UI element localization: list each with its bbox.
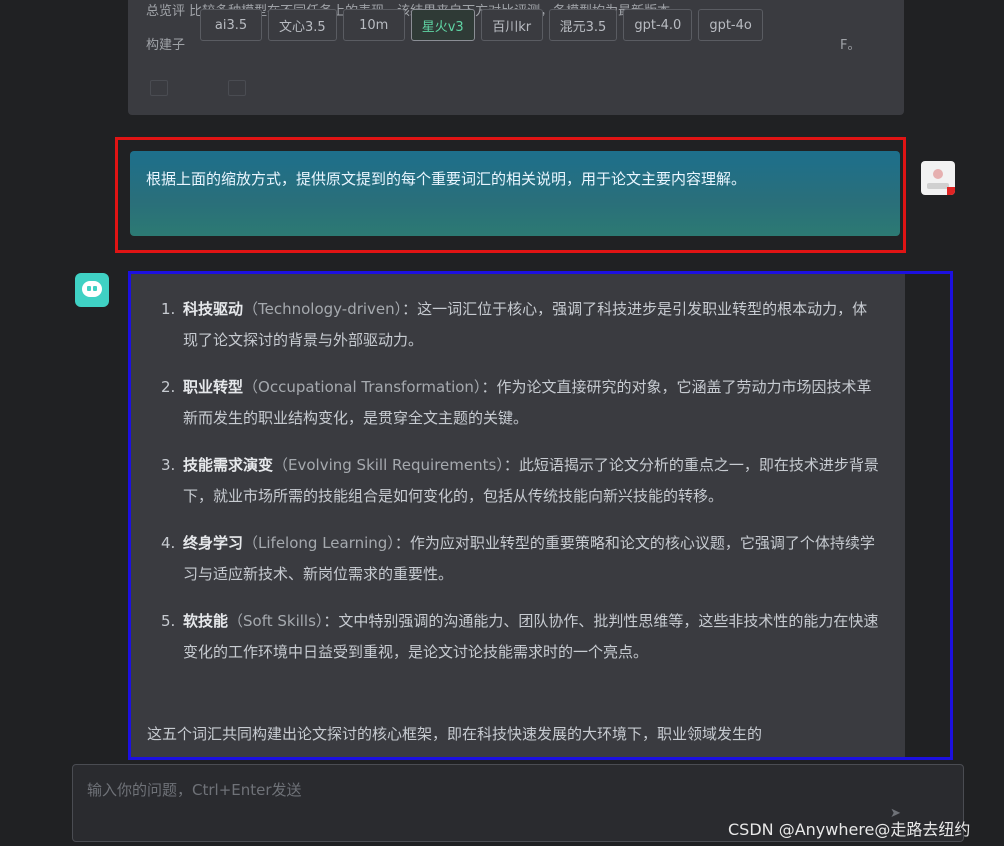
previous-message-label: 构建子 [146,38,186,53]
user-avatar [921,161,955,195]
item-term: 软技能 [183,612,229,630]
model-chip[interactable]: 百川kr [480,9,543,41]
summary-text: 这五个词汇共同构建出论文探讨的核心框架，即在科技快速发展的大环境下，职业领域发生… [147,725,763,743]
bot-eye [87,286,91,291]
item-number: 4. [161,534,176,552]
item-english: （Lifelong Learning） [243,534,395,552]
model-chip[interactable]: 文心3.5 [268,9,337,41]
item-number: 2. [161,378,176,396]
item-number: 3. [161,456,176,474]
model-chip[interactable]: gpt-4o [698,9,763,41]
avatar-body [927,183,949,189]
bot-face [82,281,102,297]
bot-avatar-icon [75,273,109,307]
user-message: 根据上面的缩放方式，提供原文提到的每个重要词汇的相关说明，用于论文主要内容理解。 [130,151,900,236]
bot-eye [93,286,97,291]
bot-message: 1. 科技驱动（Technology-driven）：这一词汇位于核心，强调了科… [131,274,905,757]
message-actions [150,80,246,96]
model-chip[interactable]: 混元3.5 [548,9,618,41]
model-list: ai3.5 文心3.5 10m 星火v3 百川kr 混元3.5 gpt-4.0 … [200,9,763,41]
item-english: （Occupational Transformation） [243,378,482,396]
model-chip-active[interactable]: 星火v3 [410,9,475,41]
item-number: 5. [161,612,176,630]
user-message-text: 根据上面的缩放方式，提供原文提到的每个重要词汇的相关说明，用于论文主要内容理解。 [146,170,747,188]
model-chip[interactable]: gpt-4.0 [623,9,693,41]
avatar-status-dot [947,187,955,195]
list-item: 2. 职业转型（Occupational Transformation）：作为论… [161,372,881,434]
list-item: 1. 科技驱动（Technology-driven）：这一词汇位于核心，强调了科… [161,294,881,356]
watermark: CSDN @Anywhere@走路去纽约 [728,820,971,839]
term-list: 1. 科技驱动（Technology-driven）：这一词汇位于核心，强调了科… [131,274,905,668]
regenerate-icon[interactable] [228,80,246,96]
previous-message: 总览评 比较多种模型在不同任务上的表现，该结果来自下方对比评测，各模型均为最新版… [128,0,904,115]
item-english: （Technology-driven） [243,300,403,318]
avatar-head [933,169,943,179]
model-chip[interactable]: 10m [342,9,405,41]
item-english: （Soft Skills） [228,612,324,630]
item-number: 1. [161,300,176,318]
item-term: 终身学习 [183,534,244,552]
item-term: 职业转型 [183,378,244,396]
list-item: 5. 软技能（Soft Skills）：文中特别强调的沟通能力、团队协作、批判性… [161,606,881,668]
item-term: 技能需求演变 [183,456,274,474]
model-chip[interactable]: ai3.5 [200,9,262,41]
copy-icon[interactable] [150,80,168,96]
list-item: 3. 技能需求演变（Evolving Skill Requirements）：此… [161,450,881,512]
item-english: （Evolving Skill Requirements） [273,456,504,474]
list-item: 4. 终身学习（Lifelong Learning）：作为应对职业转型的重要策略… [161,528,881,590]
item-term: 科技驱动 [183,300,244,318]
previous-message-tail: F。 [840,38,861,53]
